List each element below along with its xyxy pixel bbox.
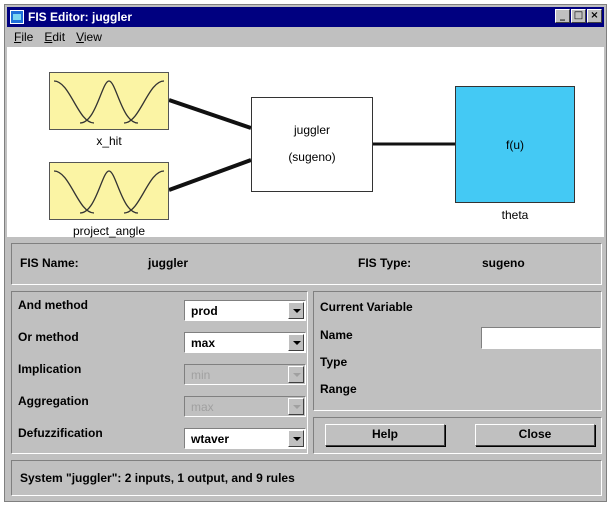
defuzzification-select[interactable]: wtaver <box>184 428 306 449</box>
title-bar: FIS Editor: juggler _ □ × <box>7 7 604 27</box>
defuzzification-label: Defuzzification <box>18 426 103 440</box>
input-block-project-angle[interactable] <box>49 162 169 220</box>
dropdown-arrow-icon[interactable] <box>288 302 304 319</box>
aggregation-value: max <box>191 400 214 414</box>
action-buttons-panel: Help Close <box>313 417 602 454</box>
menu-edit[interactable]: Edit <box>44 30 65 44</box>
fis-diagram: x_hit project_angle juggler (sugeno) f(u… <box>7 47 604 238</box>
input-label-x-hit: x_hit <box>96 134 122 148</box>
fis-type-label: FIS Type: <box>358 256 412 270</box>
or-method-label: Or method <box>18 330 79 344</box>
system-block[interactable]: juggler (sugeno) <box>251 97 373 192</box>
variable-type-label: Type <box>320 355 348 369</box>
membership-functions-icon <box>53 80 165 124</box>
close-window-button[interactable]: × <box>587 9 602 23</box>
output-block-theta[interactable]: f(u) <box>455 86 575 203</box>
aggregation-label: Aggregation <box>18 394 89 408</box>
variable-range-label: Range <box>320 382 357 396</box>
close-button[interactable]: Close <box>475 424 595 446</box>
dropdown-arrow-icon[interactable] <box>288 430 304 447</box>
app-icon <box>10 10 24 24</box>
fis-name-label: FIS Name: <box>20 256 79 270</box>
and-method-select[interactable]: prod <box>184 300 306 321</box>
variable-name-field[interactable] <box>481 327 601 349</box>
dropdown-arrow-icon <box>288 366 304 383</box>
input-block-x-hit[interactable] <box>49 72 169 130</box>
membership-functions-icon <box>53 170 165 214</box>
dropdown-arrow-icon <box>288 398 304 415</box>
minimize-button[interactable]: _ <box>555 9 570 23</box>
output-label-theta: theta <box>501 208 529 222</box>
current-variable-panel: Current Variable Name Type Range <box>313 291 602 411</box>
input-label-project-angle: project_angle <box>72 224 146 238</box>
and-method-label: And method <box>18 298 88 312</box>
implication-select: min <box>184 364 306 385</box>
or-method-select[interactable]: max <box>184 332 306 353</box>
help-button[interactable]: Help <box>325 424 445 446</box>
menu-bar: File Edit View <box>7 28 604 46</box>
and-method-value: prod <box>191 304 218 318</box>
fis-name-value: juggler <box>148 256 189 270</box>
implication-label: Implication <box>18 362 82 376</box>
output-function: f(u) <box>506 137 524 152</box>
fis-type-value: sugeno <box>482 256 525 270</box>
maximize-button[interactable]: □ <box>571 9 586 23</box>
current-variable-heading: Current Variable <box>320 300 413 314</box>
methods-panel: And method prod Or method max Implicatio… <box>11 291 308 454</box>
defuzzification-value: wtaver <box>191 432 230 446</box>
status-bar: System "juggler": 2 inputs, 1 output, an… <box>11 460 602 496</box>
or-method-value: max <box>191 336 216 350</box>
system-type: (sugeno) <box>288 150 336 164</box>
fis-info-panel: FIS Name: juggler FIS Type: sugeno <box>11 243 602 285</box>
menu-file[interactable]: File <box>14 30 33 44</box>
menu-view[interactable]: View <box>76 30 102 44</box>
system-name: juggler <box>293 123 331 137</box>
window-title: FIS Editor: juggler <box>28 10 132 24</box>
connector-x-hit <box>168 98 252 130</box>
fis-editor-window: FIS Editor: juggler _ □ × File Edit View… <box>4 4 607 502</box>
dropdown-arrow-icon[interactable] <box>288 334 304 351</box>
status-text: System "juggler": 2 inputs, 1 output, an… <box>20 471 295 485</box>
variable-name-label: Name <box>320 328 353 342</box>
connector-project-angle <box>168 158 252 192</box>
implication-value: min <box>191 368 211 382</box>
aggregation-select: max <box>184 396 306 417</box>
